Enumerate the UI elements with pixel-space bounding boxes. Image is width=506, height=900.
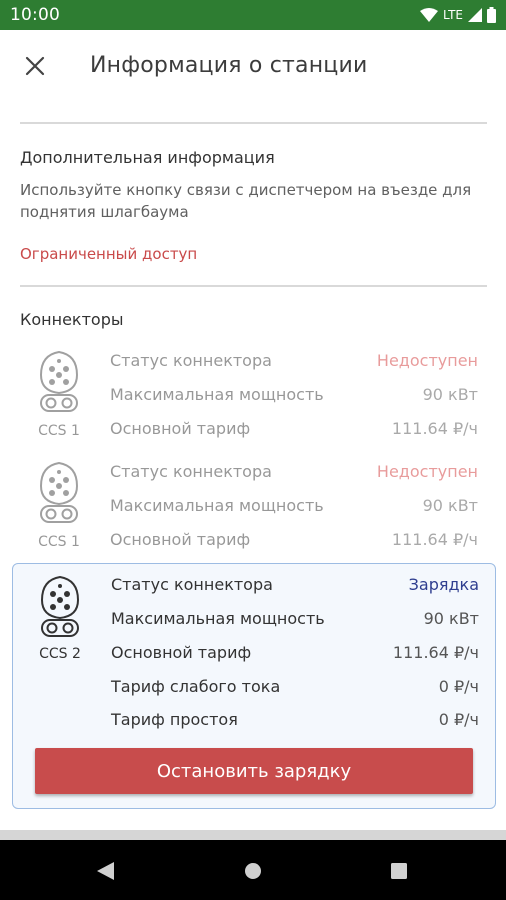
home-circle-icon	[245, 863, 261, 879]
connector-card[interactable]: CCS 1 Статус коннектора Недоступен Макси…	[12, 349, 496, 449]
status-icons: LTE	[420, 4, 496, 26]
row-value: 111.64 ₽/ч	[391, 419, 478, 438]
bottom-divider	[0, 830, 506, 840]
row-value: 0 ₽/ч	[438, 710, 479, 729]
close-button[interactable]	[20, 51, 50, 81]
connector-power-row: Максимальная мощность 90 кВт	[110, 385, 478, 407]
row-value: 90 кВт	[422, 385, 478, 404]
row-value: 111.64 ₽/ч	[391, 530, 478, 549]
row-value: 0 ₽/ч	[438, 677, 479, 696]
connector-power-row: Максимальная мощность 90 кВт	[111, 609, 479, 631]
connector-type: CCS 1	[38, 534, 80, 550]
signal-icon	[468, 8, 482, 22]
clipped-row	[20, 102, 486, 110]
row-label: Статус коннектора	[110, 351, 272, 370]
back-triangle-icon	[97, 862, 114, 880]
page-title: Информация о станции	[90, 53, 368, 78]
station-info-content[interactable]: Дополнительная информация Используйте кн…	[0, 102, 506, 830]
connector-type: CCS 1	[38, 423, 80, 439]
divider	[20, 122, 487, 124]
close-icon	[25, 56, 45, 76]
connectors-title: Коннекторы	[20, 310, 124, 329]
row-label: Максимальная мощность	[111, 609, 325, 628]
row-label: Максимальная мощность	[110, 496, 324, 515]
connector-tariff-row: Основной тариф 111.64 ₽/ч	[110, 419, 478, 441]
status-value: Недоступен	[376, 351, 478, 370]
navigation-bar	[0, 840, 506, 900]
divider	[20, 285, 487, 287]
connector-status-row: Статус коннектора Недоступен	[110, 462, 478, 484]
row-value: 90 кВт	[422, 496, 478, 515]
row-label: Тариф слабого тока	[111, 677, 281, 696]
status-value: Недоступен	[376, 462, 478, 481]
connector-idle-tariff-row: Тариф простоя 0 ₽/ч	[111, 710, 479, 732]
row-label: Тариф простоя	[111, 710, 238, 729]
connector-power-row: Максимальная мощность 90 кВт	[110, 496, 478, 518]
status-bar: 10:00 LTE	[0, 0, 506, 30]
battery-icon	[487, 7, 496, 23]
nav-home-button[interactable]	[218, 840, 288, 900]
nav-recents-button[interactable]	[364, 840, 434, 900]
wifi-icon	[420, 8, 439, 22]
row-value: 111.64 ₽/ч	[392, 643, 479, 662]
recents-square-icon	[391, 863, 407, 879]
connector-tariff-row: Основной тариф 111.64 ₽/ч	[111, 643, 479, 665]
row-label: Статус коннектора	[111, 575, 273, 594]
app-bar: Информация о станции	[0, 30, 506, 102]
row-label: Основной тариф	[111, 643, 252, 662]
status-time: 10:00	[10, 5, 60, 25]
connector-status-row: Статус коннектора Зарядка	[111, 575, 479, 597]
ccs-plug-icon	[39, 461, 79, 523]
connector-type: CCS 2	[39, 646, 81, 662]
row-value: 90 кВт	[423, 609, 479, 628]
network-label: LTE	[443, 8, 463, 22]
ccs-plug-icon	[40, 575, 80, 637]
connector-card-active[interactable]: CCS 2 Статус коннектора Зарядка Максимал…	[12, 563, 496, 809]
row-label: Основной тариф	[110, 419, 251, 438]
connector-low-current-tariff-row: Тариф слабого тока 0 ₽/ч	[111, 677, 479, 699]
additional-info-text: Используйте кнопку связи с диспетчером н…	[20, 181, 472, 221]
restricted-access-link[interactable]: Ограниченный доступ	[20, 245, 197, 263]
connector-card[interactable]: CCS 1 Статус коннектора Недоступен Макси…	[12, 460, 496, 560]
row-label: Максимальная мощность	[110, 385, 324, 404]
nav-back-button[interactable]	[70, 840, 140, 900]
stop-charging-button[interactable]: Остановить зарядку	[35, 748, 473, 794]
row-label: Основной тариф	[110, 530, 251, 549]
connector-status-row: Статус коннектора Недоступен	[110, 351, 478, 373]
connector-tariff-row: Основной тариф 111.64 ₽/ч	[110, 530, 478, 552]
status-value: Зарядка	[408, 575, 479, 594]
row-label: Статус коннектора	[110, 462, 272, 481]
additional-info-title: Дополнительная информация	[20, 148, 275, 167]
ccs-plug-icon	[39, 350, 79, 412]
